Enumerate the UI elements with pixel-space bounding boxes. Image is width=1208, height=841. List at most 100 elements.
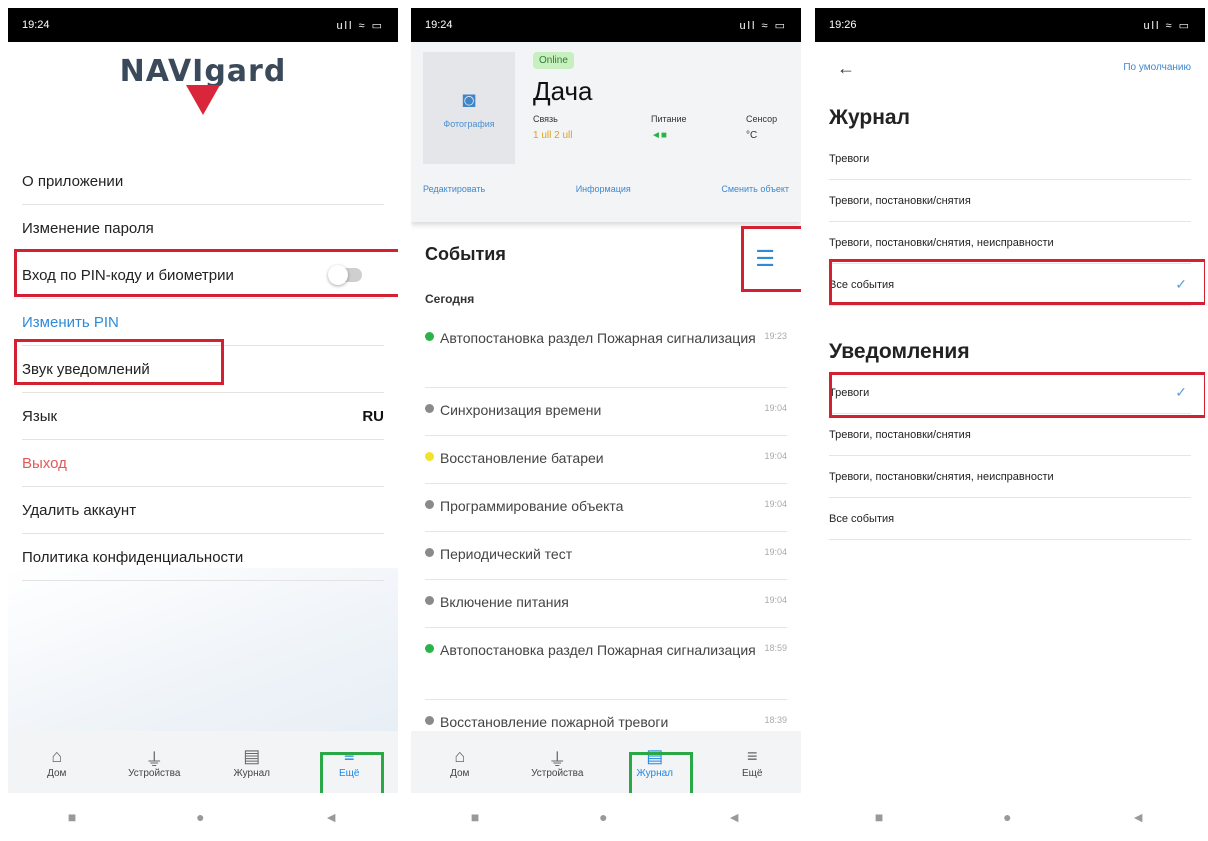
event-time: 19:04 [764,547,787,557]
back-icon[interactable]: ◄ [324,809,338,825]
nav-devices[interactable]: ⏚ Устройства [509,731,607,793]
object-photo[interactable]: ◙ Фотография [423,52,515,164]
event-time: 18:59 [764,643,787,653]
event-row[interactable]: Автопостановка раздел Пожарная сигнализа… [425,316,787,388]
notif-option-alarms-arm[interactable]: Тревоги, постановки/снятия [829,414,1191,456]
status-icons: ull ≈ ▭ [739,19,787,32]
journal-option-alarms-arm[interactable]: Тревоги, постановки/снятия [829,180,1191,222]
events-title: События [425,244,506,264]
system-navigation: ■ ● ◄ [411,793,801,841]
status-time: 19:24 [425,19,453,31]
menu-item-privacy[interactable]: Политика конфиденциальности [22,534,384,581]
option-label: Тревоги, постановки/снятия, неисправност… [829,236,1054,249]
highlight-notification-sound [14,339,224,385]
change-object-link[interactable]: Сменить объект [721,184,789,194]
event-time: 19:04 [764,451,787,461]
event-row[interactable]: Периодический тест 19:04 [425,532,787,580]
event-row[interactable]: Восстановление батареи 19:04 [425,436,787,484]
info-link[interactable]: Информация [576,184,631,194]
system-navigation: ■ ● ◄ [815,793,1205,841]
object-card: ◙ Фотография Online Дача Связь 1 ull 2 u… [411,42,801,222]
recents-icon[interactable]: ■ [471,809,479,825]
nav-more[interactable]: ≡ Ещё [704,731,802,793]
event-row[interactable]: Синхронизация времени 19:04 [425,388,787,436]
event-text: Программирование объекта [440,498,624,514]
event-row[interactable]: Программирование объекта 19:04 [425,484,787,532]
status-bar: 19:24 ull ≈ ▭ [8,8,398,42]
notifications-title: Уведомления [829,340,970,363]
navigard-logo: NAVIgard [8,48,398,128]
home-icon: ⌂ [51,745,63,766]
status-icons: ull ≈ ▭ [336,19,384,32]
system-home-icon[interactable]: ● [196,809,204,825]
nav-home[interactable]: ⌂ Дом [8,731,106,793]
back-icon[interactable]: ◄ [727,809,741,825]
menu-item-delete-account[interactable]: Удалить аккаунт [22,487,384,534]
menu-item-logout[interactable]: Выход [22,440,384,487]
event-row[interactable]: Включение питания 19:04 [425,580,787,628]
notif-option-all[interactable]: Все события [829,498,1191,540]
edit-link[interactable]: Редактировать [423,184,485,194]
back-arrow-icon[interactable]: ← [837,58,855,79]
status-dot-icon [425,548,434,557]
camera-icon: ◙ [462,87,476,112]
event-time: 19:04 [764,499,787,509]
option-label: Тревоги, постановки/снятия [829,194,971,207]
signal-icon: 1 ull 2 ull [533,130,573,141]
menu-item-language[interactable]: Язык RU [22,393,384,440]
nav-home[interactable]: ⌂ Дом [411,731,509,793]
status-dot-icon [425,500,434,509]
event-text: Периодический тест [440,546,573,562]
recents-icon[interactable]: ■ [68,809,76,825]
date-group-label: Сегодня [425,292,475,306]
option-label: Тревоги, постановки/снятия [829,428,971,441]
photo-label: Фотография [443,119,495,129]
back-icon[interactable]: ◄ [1131,809,1145,825]
stat-label: Питание [651,114,687,124]
language-value: RU [362,407,384,425]
home-icon: ⌂ [454,745,466,766]
menu-item-change-password[interactable]: Изменение пароля [22,205,384,252]
nav-devices[interactable]: ⏚ Устройства [106,731,204,793]
event-text: Включение питания [440,594,569,610]
notif-option-alarms-arm-fault[interactable]: Тревоги, постановки/снятия, неисправност… [829,456,1191,498]
status-time: 19:26 [829,19,857,31]
stat-sensor: Сенсор °C [746,114,777,141]
nav-label: Устройства [128,767,181,779]
object-name: Дача [533,76,593,106]
option-label: Тревоги, постановки/снятия, неисправност… [829,470,1054,483]
bottom-navigation: ⌂ Дом ⏚ Устройства ▤ Журнал ≡ Ещё [411,731,801,793]
nav-label: Журнал [233,767,271,779]
system-home-icon[interactable]: ● [1003,809,1011,825]
menu-item-about[interactable]: О приложении [22,158,384,205]
recents-icon[interactable]: ■ [875,809,883,825]
event-text: Автопостановка раздел Пожарная сигнализа… [440,330,756,346]
option-label: Тревоги [829,152,870,165]
event-text: Синхронизация времени [440,402,602,418]
stat-label: Связь [533,114,558,124]
status-dot-icon [425,644,434,653]
status-dot-icon [425,332,434,341]
journal-option-alarms-arm-fault[interactable]: Тревоги, постановки/снятия, неисправност… [829,222,1191,264]
events-header: События ☰ [425,244,787,271]
nav-journal[interactable]: ▤ Журнал [203,731,301,793]
event-time: 18:39 [764,715,787,725]
nav-label: Устройства [531,767,584,779]
default-link[interactable]: По умолчанию [1123,62,1191,73]
phone-settings-screen: 19:24 ull ≈ ▭ NAVIgard О приложении Изме… [8,8,398,841]
menu-item-label: Выход [22,454,67,472]
event-time: 19:23 [764,331,787,341]
stat-link: Связь 1 ull 2 ull [533,114,572,141]
event-text: Автопостановка раздел Пожарная сигнализа… [440,642,756,658]
status-icons: ull ≈ ▭ [1143,19,1191,32]
status-dot-icon [425,404,434,413]
event-text: Восстановление пожарной тревоги [440,714,669,730]
phone-event-filter-screen: 19:26 ull ≈ ▭ ← По умолчанию Журнал Трев… [815,8,1205,841]
document-icon: ▤ [243,745,261,766]
system-home-icon[interactable]: ● [599,809,607,825]
status-dot-icon [425,716,434,725]
menu-item-label: Изменить PIN [22,313,119,331]
journal-option-alarms[interactable]: Тревоги [829,138,1191,180]
event-row[interactable]: Автопостановка раздел Пожарная сигнализа… [425,628,787,700]
status-dot-icon [425,596,434,605]
